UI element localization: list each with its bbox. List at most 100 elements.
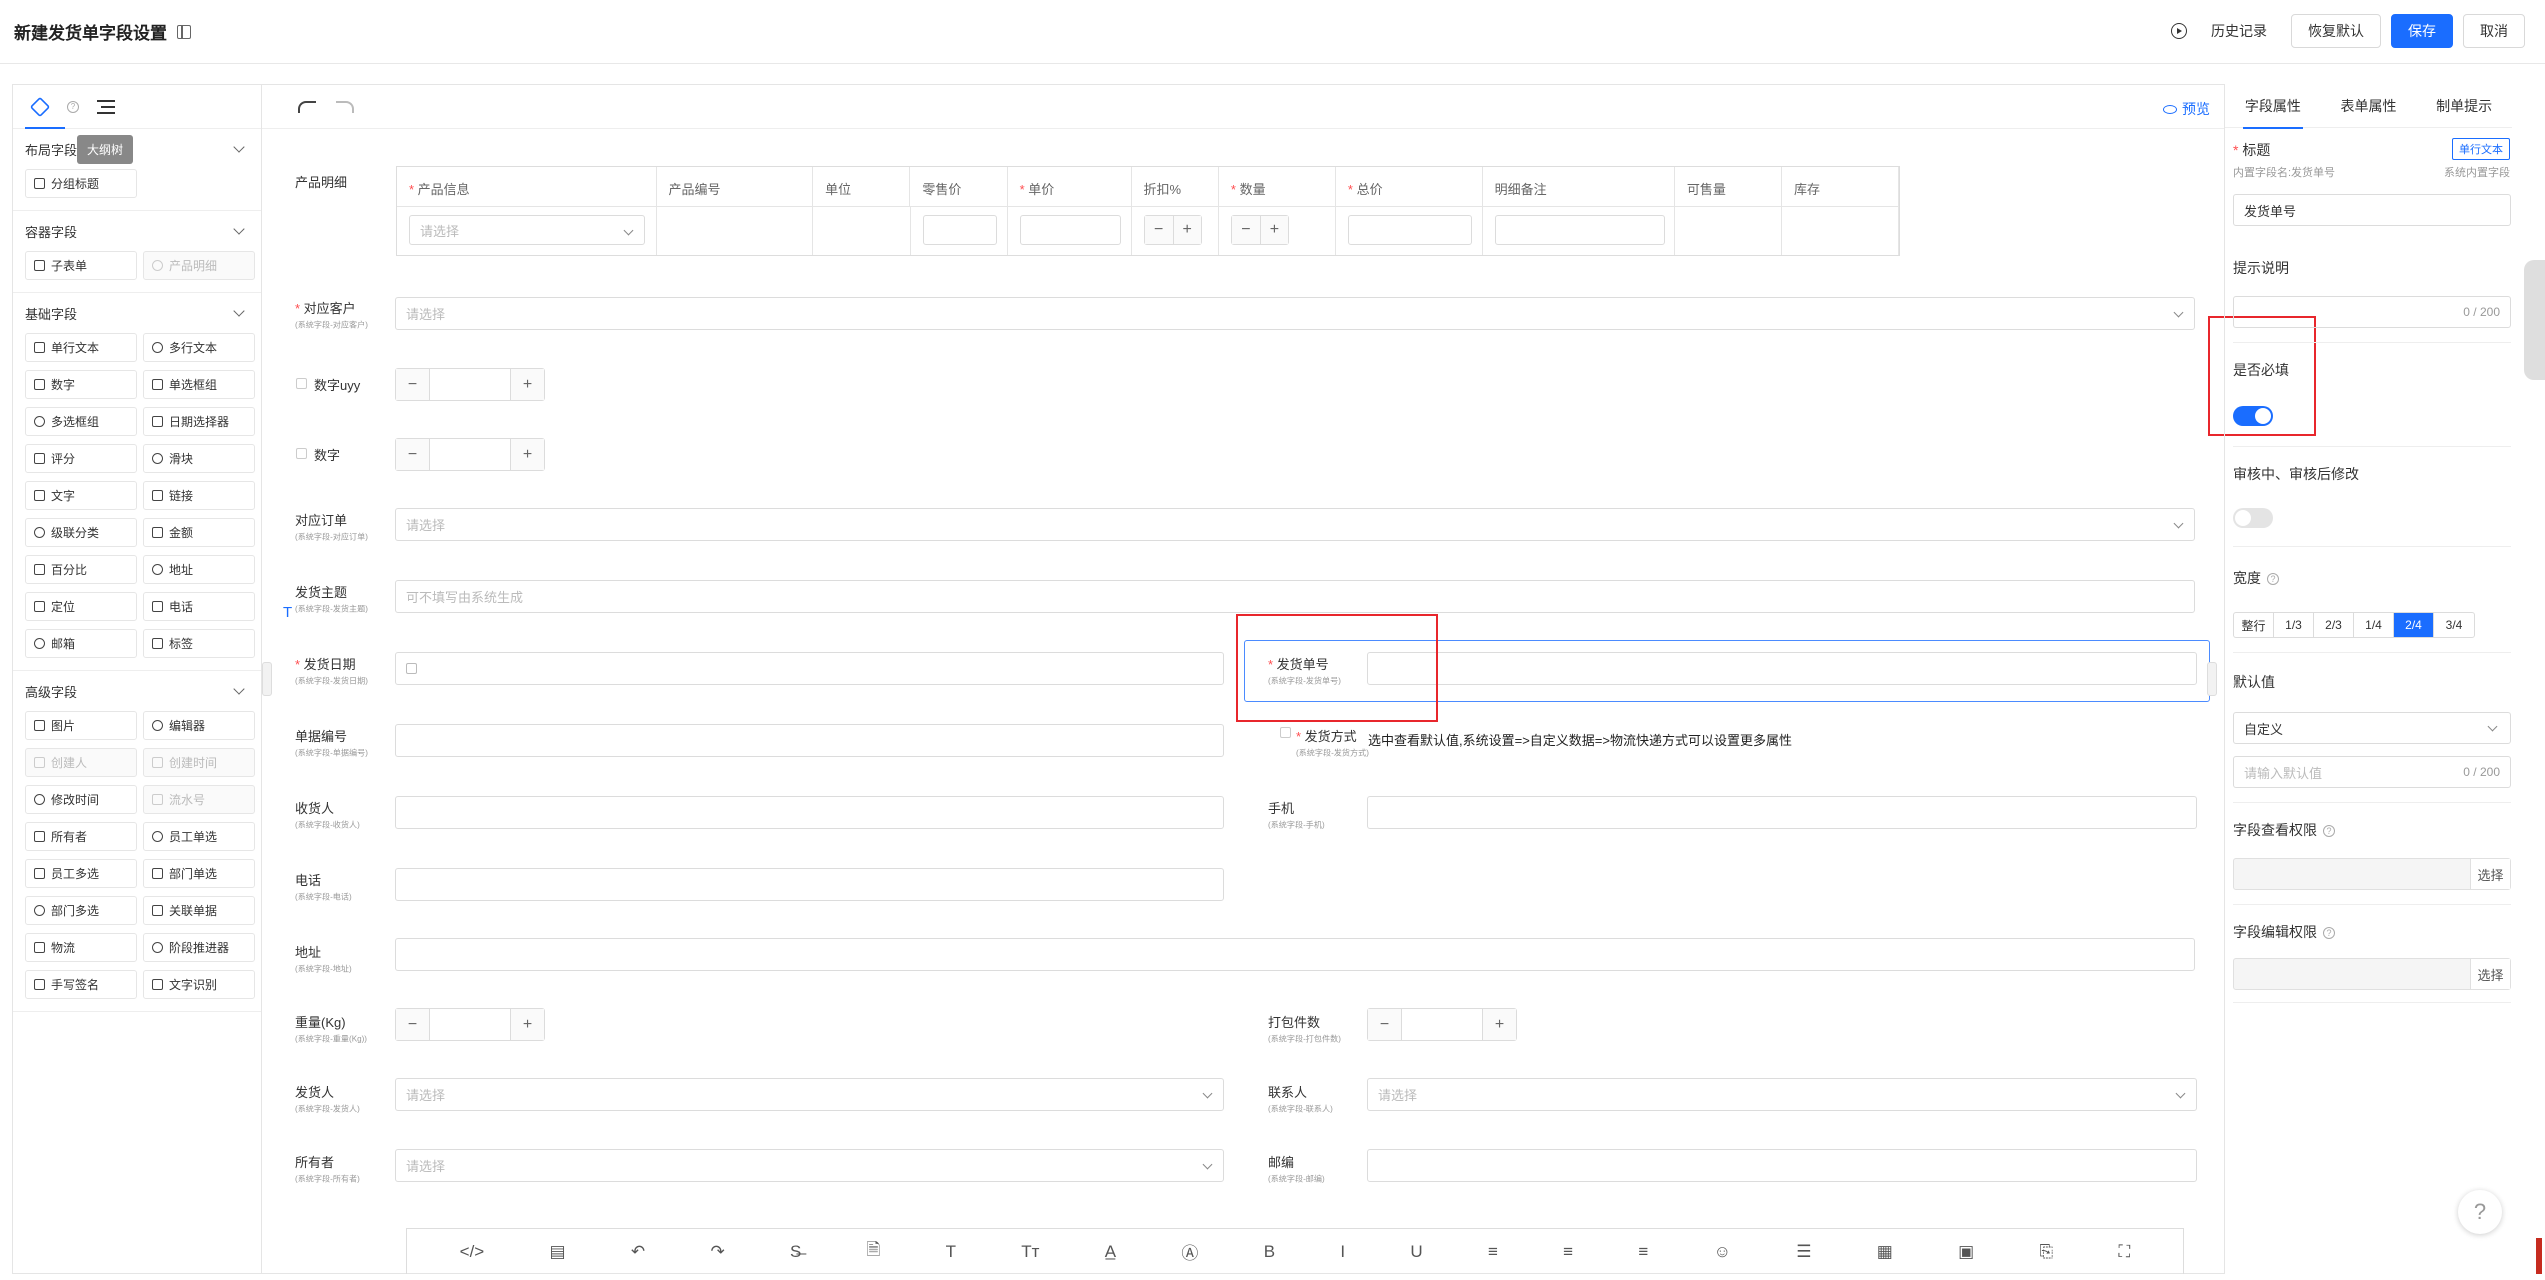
shipper-select[interactable]: 请选择 [395,1078,1224,1111]
customer-select[interactable]: 请选择 [395,297,2195,330]
component-item[interactable]: 编辑器 [143,711,255,740]
number-uyy-checkbox[interactable] [296,378,307,389]
width-option[interactable]: 2/3 [2314,613,2354,637]
editor-tool-icon[interactable]: ☺ [1714,1242,1731,1262]
product-detail-table[interactable]: 产品信息产品编号单位零售价单价折扣%数量总价明细备注可售量库存 请选择 −+ −+ [396,166,1900,256]
component-item[interactable]: 评分 [25,444,137,473]
section-header[interactable]: 容器字段 [25,211,249,251]
editor-tool-icon[interactable]: T [946,1242,956,1262]
editor-tool-icon[interactable]: ▣ [1958,1242,1974,1262]
editor-tool-icon[interactable]: ▤ [550,1242,566,1262]
ship-date-picker[interactable] [395,652,1224,685]
editor-tool-icon[interactable]: ≡ [1563,1242,1573,1262]
section-header[interactable]: 高级字段 [25,671,249,711]
component-item[interactable]: 标签 [143,629,255,658]
editor-tool-icon[interactable]: 🗎 [867,1237,881,1266]
editor-tool-icon[interactable]: Ⓐ [1181,1239,1198,1264]
default-value-input[interactable]: 请输入默认值 0 / 200 [2233,756,2511,788]
component-item[interactable]: 员工多选 [25,859,137,888]
owner-select[interactable]: 请选择 [395,1149,1224,1182]
width-option[interactable]: 1/3 [2274,613,2314,637]
width-option[interactable]: 2/4 [2394,613,2434,637]
editor-tool-icon[interactable]: ≡ [1488,1242,1498,1262]
collapse-left-handle[interactable] [262,662,272,696]
tab-field-properties[interactable]: 字段属性 [2225,84,2321,129]
contact-select[interactable]: 请选择 [1367,1078,2197,1111]
product-cell-input[interactable] [1494,215,1665,245]
product-cell-input[interactable] [1019,215,1121,245]
order-select[interactable]: 请选择 [395,508,2195,541]
component-item[interactable]: 金额 [143,518,255,547]
edit-after-review-toggle[interactable] [2233,508,2273,528]
layout-icon[interactable] [177,24,191,39]
editor-tool-icon[interactable]: B [1264,1242,1275,1262]
editor-tool-icon[interactable]: ☰ [1796,1242,1811,1262]
save-button[interactable]: 保存 [2391,14,2453,48]
editor-tool-icon[interactable]: ⛶ [2118,1242,2130,1262]
component-item[interactable]: 邮箱 [25,629,137,658]
editor-tool-icon[interactable]: A̲ [1105,1242,1116,1262]
product-cell-input[interactable] [922,215,997,245]
help-icon[interactable]: ? [67,100,79,113]
subject-input[interactable]: 可不填写由系统生成 [395,580,2195,613]
edit-permission-select-button[interactable]: 选择 [2470,959,2510,989]
editor-tool-icon[interactable]: ▦ [1877,1242,1893,1262]
cancel-button[interactable]: 取消 [2463,14,2525,48]
help-float-button[interactable]: ? [2458,1190,2502,1234]
component-item[interactable]: 物流 [25,933,137,962]
component-item[interactable]: 单选框组 [143,370,255,399]
undo-icon[interactable] [298,100,316,113]
default-type-select[interactable]: 自定义 [2233,712,2511,744]
component-item[interactable]: 文字识别 [143,970,255,999]
zip-input[interactable] [1367,1149,2197,1182]
number-uyy-stepper[interactable]: − + [395,368,545,401]
editor-tool-icon[interactable]: Tт [1021,1242,1039,1262]
component-item[interactable]: 文字 [25,481,137,510]
hint-input[interactable]: 0 / 200 [2233,296,2511,328]
component-item[interactable]: 分组标题 [25,169,137,198]
width-option[interactable]: 1/4 [2354,613,2394,637]
component-item[interactable]: 百分比 [25,555,137,584]
component-item[interactable]: 链接 [143,481,255,510]
component-item[interactable]: 部门单选 [143,859,255,888]
editor-tool-icon[interactable]: S̶ [790,1242,801,1262]
width-option[interactable]: 整行 [2234,613,2274,637]
preview-button[interactable]: 预览 [2163,99,2210,119]
receiver-input[interactable] [395,796,1224,829]
weight-stepper[interactable]: − + [395,1008,545,1041]
editor-tool-icon[interactable]: I [1340,1242,1345,1262]
component-item[interactable]: 多选框组 [25,407,137,436]
component-item[interactable]: 所有者 [25,822,137,851]
component-item[interactable]: 单行文本 [25,333,137,362]
width-option[interactable]: 3/4 [2434,613,2474,637]
play-icon[interactable] [2171,23,2187,39]
component-item[interactable]: 日期选择器 [143,407,255,436]
phone-input[interactable] [395,868,1224,901]
component-item[interactable]: 手写签名 [25,970,137,999]
editor-tool-icon[interactable]: ↷ [710,1242,724,1262]
component-item[interactable]: 员工单选 [143,822,255,851]
tab-form-properties[interactable]: 表单属性 [2321,84,2417,128]
component-item[interactable]: 地址 [143,555,255,584]
packages-stepper[interactable]: − + [1367,1008,1517,1041]
component-item[interactable]: 多行文本 [143,333,255,362]
product-cell-stepper[interactable]: − + [1143,215,1202,245]
editor-tool-icon[interactable]: </> [460,1242,485,1262]
section-header[interactable]: 基础字段 [25,293,249,333]
component-item[interactable]: 图片 [25,711,137,740]
redo-icon[interactable] [336,100,354,113]
ship-no-input[interactable] [1367,652,2197,685]
editor-tool-icon[interactable]: ≡ [1638,1242,1648,1262]
outline-tree-icon[interactable] [97,99,115,114]
editor-tool-icon[interactable]: ⎘ [2040,1242,2054,1262]
collapse-right-handle[interactable] [2207,662,2217,696]
editor-tool-icon[interactable]: U [1410,1242,1422,1262]
restore-default-button[interactable]: 恢复默认 [2291,14,2381,48]
component-item[interactable]: 部门多选 [25,896,137,925]
doc-no-input[interactable] [395,724,1224,757]
history-link[interactable]: 历史记录 [2211,21,2267,41]
product-select[interactable]: 请选择 [409,215,645,245]
component-item[interactable]: 阶段推进器 [143,933,255,962]
editor-tool-icon[interactable]: ↶ [631,1242,645,1262]
component-item[interactable]: 定位 [25,592,137,621]
